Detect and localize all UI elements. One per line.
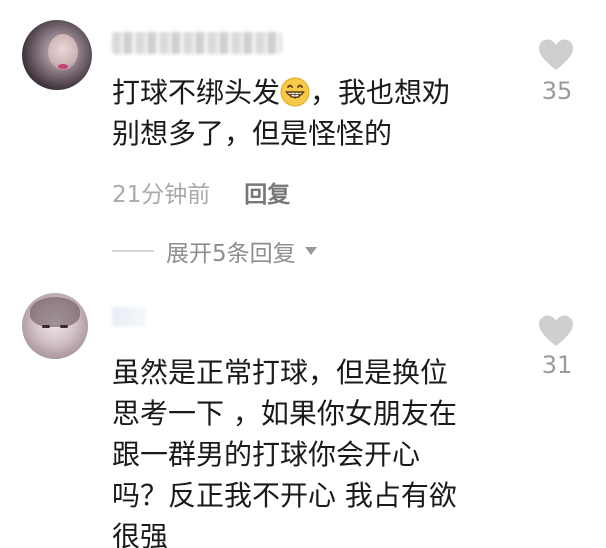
timestamp: 21分钟前 xyxy=(112,182,211,208)
expand-replies-button[interactable]: 展开5条回复 xyxy=(112,234,318,268)
comment-text-segment: ，我也想劝 xyxy=(310,76,451,109)
avatar[interactable] xyxy=(22,20,92,90)
comment-line: 虽然是正常打球，但是换位 xyxy=(112,356,449,389)
comment-line: 吗？反正我不开心 我占有欲 xyxy=(112,479,457,512)
avatar[interactable] xyxy=(22,293,88,359)
reply-button[interactable]: 回复 xyxy=(244,175,290,209)
like-count: 31 xyxy=(541,351,573,379)
avatar-hair xyxy=(30,297,80,327)
divider xyxy=(112,250,154,252)
heart-icon[interactable] xyxy=(537,38,575,72)
comment-meta: 21分钟前 回复 xyxy=(112,175,290,209)
expand-replies-label: 展开5条回复 xyxy=(166,241,296,267)
comment-text: 虽然是正常打球，但是换位 思考一下 ，如果你女朋友在 跟一群男的打球你会开心 吗… xyxy=(112,352,457,548)
comment-line: 别想多了，但是怪怪的 xyxy=(112,117,393,150)
comment-text: 打球不绑头发 ，我也想劝 别想多了，但是怪怪的 xyxy=(112,72,450,154)
comment-line: 很强 xyxy=(112,520,169,548)
chevron-down-icon xyxy=(304,247,317,255)
comment-text-segment: 打球不绑头发 xyxy=(112,76,281,109)
comment-line: 跟一群男的打球你会开心 xyxy=(112,438,421,471)
comment-feed: 打球不绑头发 ，我也想劝 别想多了，但是怪怪的 35 21分钟前 回复 展开5条… xyxy=(0,0,606,548)
avatar-eye xyxy=(60,325,68,328)
username-blurred[interactable] xyxy=(112,32,282,54)
heart-icon[interactable] xyxy=(537,314,575,348)
avatar-eye xyxy=(42,325,50,328)
avatar-lips xyxy=(58,64,68,69)
comment-line: 思考一下 ，如果你女朋友在 xyxy=(112,397,457,430)
username-blurred[interactable] xyxy=(112,307,146,327)
like-count: 35 xyxy=(541,77,573,105)
grinning-face-icon xyxy=(280,77,310,107)
comment-line: 打球不绑头发 ，我也想劝 xyxy=(112,72,450,113)
